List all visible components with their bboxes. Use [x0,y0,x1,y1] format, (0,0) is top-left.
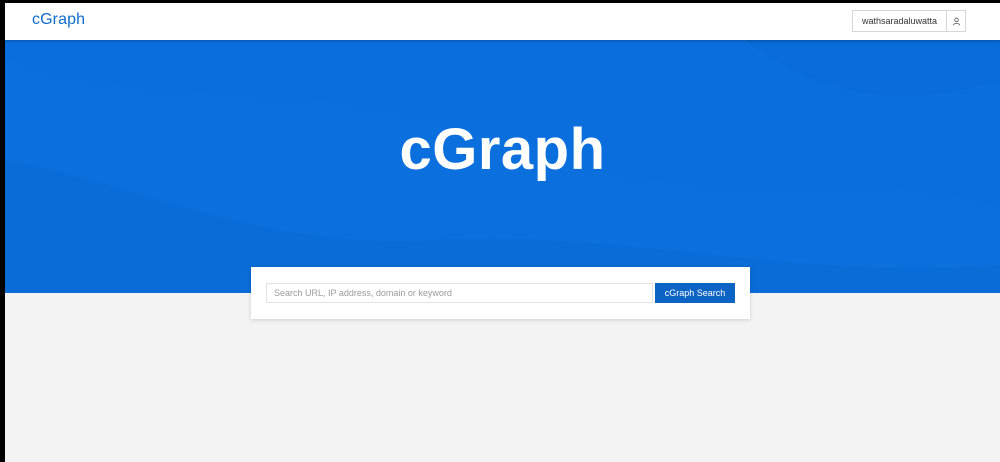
brand-logo-link[interactable]: cGraph [32,11,85,29]
user-menu[interactable]: wathsaradaluwatta [852,10,967,32]
search-button[interactable]: cGraph Search [655,283,735,303]
hero-title: cGraph [399,117,606,182]
browser-viewport: cGraph wathsaradaluwatta cGraph cGraph S… [5,3,1000,462]
top-navigation-bar: cGraph wathsaradaluwatta [5,3,1000,40]
user-icon-glyph [952,17,960,25]
username-label[interactable]: wathsaradaluwatta [853,11,946,31]
hero-banner: cGraph [5,40,1000,293]
search-panel: cGraph Search [251,267,750,319]
user-icon[interactable] [946,11,965,31]
search-input[interactable] [266,283,653,303]
